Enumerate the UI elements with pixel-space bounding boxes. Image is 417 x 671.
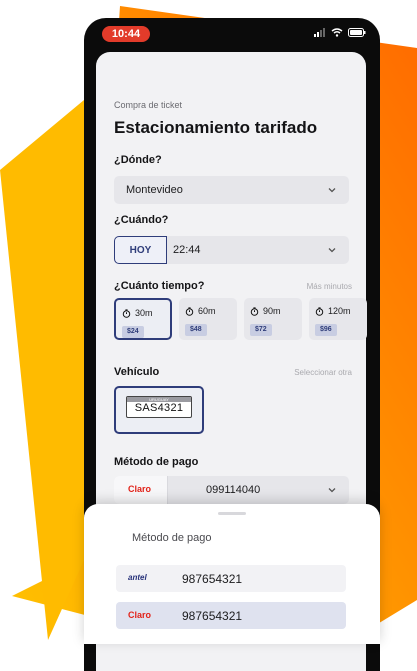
vehicle-card[interactable]: URUGUAY SAS4321 [114,386,204,434]
claro-logo-text: Claro [128,484,152,494]
duration-label: ¿Cuánto tiempo? [114,280,205,292]
duration-price: $24 [122,326,144,338]
payment-option-claro[interactable]: Claro 987654321 [116,602,346,629]
select-other-vehicle-link[interactable]: Seleccionar otra [294,368,352,377]
timer-icon [122,308,131,318]
page-overline: Compra de ticket [114,100,183,110]
duration-time: 90m [263,306,281,316]
duration-time: 30m [135,308,153,318]
more-minutes-link[interactable]: Más minutos [307,282,352,291]
plate-number: SAS4321 [134,402,184,414]
duration-price: $72 [250,324,272,336]
duration-option-top: 120m [315,306,351,316]
duration-option-30[interactable]: 30m $24 [114,298,172,340]
timer-icon [185,306,194,316]
duration-time: 60m [198,306,216,316]
wifi-icon [331,28,343,37]
chevron-down-icon [328,488,336,493]
payment-select[interactable]: Claro 099114040 [114,476,349,504]
license-plate: URUGUAY SAS4321 [126,396,192,418]
payment-option-number: 987654321 [182,572,243,586]
duration-option-top: 30m [122,308,153,318]
payment-option-antel[interactable]: antel 987654321 [116,565,346,592]
status-time: 10:44 [102,26,150,42]
time-select[interactable]: 22:44 [167,236,349,264]
sheet-handle[interactable] [218,512,246,515]
payment-option-number: 987654321 [182,609,243,623]
status-icons [314,28,366,37]
duration-option-top: 60m [185,306,216,316]
claro-logo: Claro [114,476,168,504]
timer-icon [315,306,324,316]
signal-icon [314,28,325,37]
antel-logo: antel [128,573,147,582]
sheet-title: Método de pago [132,532,212,544]
duration-time: 120m [328,306,351,316]
duration-option-60[interactable]: 60m $48 [179,298,237,340]
status-bar: 10:44 [84,18,380,52]
page-title: Estacionamiento tarifado [114,118,318,137]
today-button[interactable]: HOY [114,236,167,264]
time-select-value: 22:44 [173,244,201,256]
city-select-value: Montevideo [126,184,183,196]
duration-price: $96 [315,324,337,336]
duration-option-90[interactable]: 90m $72 [244,298,302,340]
duration-option-120[interactable]: 120m $96 [309,298,367,340]
payment-number: 099114040 [206,484,261,496]
timer-icon [250,306,259,316]
chevron-down-icon [328,188,336,193]
duration-option-top: 90m [250,306,281,316]
duration-price: $48 [185,324,207,336]
chevron-down-icon [328,248,336,253]
where-label: ¿Dónde? [114,154,162,166]
when-label: ¿Cuándo? [114,214,169,226]
city-select[interactable]: Montevideo [114,176,349,204]
payment-method-sheet: Método de pago antel 987654321 Claro 987… [84,504,380,644]
battery-icon [348,28,366,37]
claro-logo: Claro [128,610,152,620]
payment-label: Método de pago [114,456,199,468]
vehicle-label: Vehículo [114,366,160,378]
